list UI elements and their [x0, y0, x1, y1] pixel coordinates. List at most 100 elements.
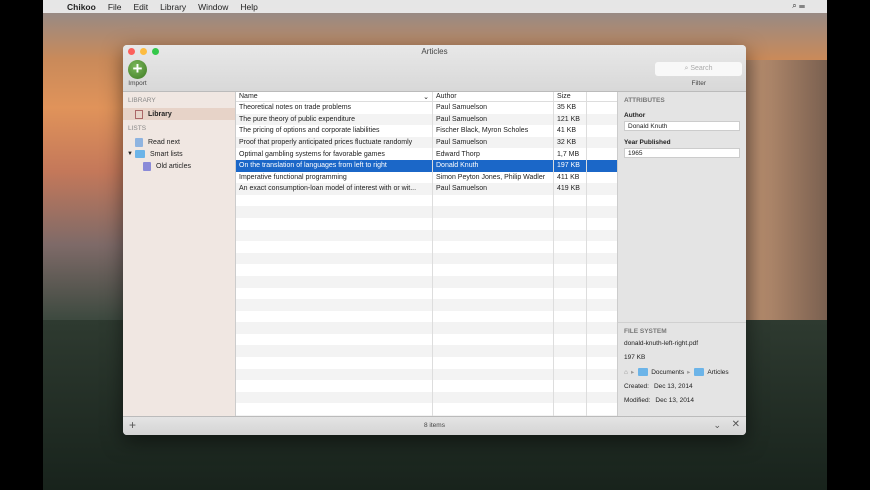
spotlight-and-notifications-icons[interactable]: ⌕ ☰ — [792, 1, 805, 11]
cell-name: The pricing of options and corporate lia… — [236, 125, 433, 137]
empty-row — [236, 357, 617, 369]
cell-name: An exact consumption-loan model of inter… — [236, 183, 433, 195]
sidebar-item-label: Read next — [148, 138, 180, 146]
cell-author: Paul Samuelson — [433, 113, 554, 126]
filter-label: Filter — [691, 80, 706, 87]
table-row[interactable]: Imperative functional programming Simon P… — [236, 171, 617, 184]
empty-row — [236, 217, 617, 230]
created-row: Created: Dec 13, 2014 — [618, 378, 746, 392]
import-button[interactable]: + Import — [128, 60, 147, 87]
table-row[interactable]: Optimal gambling systems for favorable g… — [236, 148, 617, 160]
menu-help[interactable]: Help — [240, 2, 257, 12]
menu-app[interactable]: Chikoo — [67, 2, 96, 12]
tools-icon[interactable]: ✕ — [732, 419, 740, 430]
folder-icon — [638, 368, 649, 376]
author-field[interactable]: Donald Knuth — [624, 121, 740, 131]
sidebar-item-label: Smart lists — [149, 150, 183, 158]
smart-list-icon — [143, 161, 151, 171]
cell-author: Fischer Black, Myron Scholes — [433, 125, 554, 137]
column-header-author[interactable]: Author — [433, 92, 554, 101]
cell-author: Paul Samuelson — [433, 136, 554, 149]
search-placeholder: Search — [690, 65, 713, 72]
cell-name: Imperative functional programming — [236, 171, 433, 184]
table-row[interactable]: An exact consumption-loan model of inter… — [236, 183, 617, 195]
table-row[interactable]: The pure theory of public expenditure Pau… — [236, 113, 617, 126]
plus-icon: + — [128, 60, 147, 79]
empty-row — [236, 287, 617, 300]
sidebar: LIBRARY Library LISTS Read next ▼ Smart l… — [123, 92, 236, 416]
empty-row — [236, 345, 617, 358]
search-input[interactable]: ⌕ Search — [655, 62, 742, 76]
created-label: Created: — [624, 383, 649, 390]
empty-row — [236, 194, 617, 207]
empty-row — [236, 264, 617, 276]
cell-size: 32 KB — [554, 136, 587, 149]
path-articles[interactable]: Articles — [707, 369, 728, 376]
empty-row — [236, 299, 617, 311]
author-label: Author — [624, 112, 646, 119]
path-documents[interactable]: Documents — [651, 369, 684, 376]
cell-name: Optimal gambling systems for favorable g… — [236, 148, 433, 160]
created-value: Dec 13, 2014 — [653, 383, 693, 390]
empty-row — [236, 252, 617, 265]
menu-window[interactable]: Window — [198, 2, 228, 12]
table-row[interactable]: Proof that properly anticipated prices f… — [236, 136, 617, 149]
cell-size: 197 KB — [554, 159, 587, 172]
folder-icon — [134, 150, 145, 158]
modified-value: Dec 13, 2014 — [655, 397, 695, 404]
table-header: Name ⌄ Author Size — [236, 92, 617, 102]
cell-size: 419 KB — [554, 183, 587, 195]
sidebar-item-old-articles[interactable]: Old articles — [123, 160, 235, 172]
file-size: 197 KB — [624, 354, 646, 361]
cell-name: The pure theory of public expenditure — [236, 113, 433, 126]
column-header-size[interactable]: Size — [554, 92, 587, 101]
cell-author: Simon Peyton Jones, Philip Wadler — [433, 171, 554, 184]
empty-row — [236, 322, 617, 334]
cell-author: Donald Knuth — [433, 159, 554, 172]
lists-header: LISTS — [128, 125, 147, 132]
column-header-name[interactable]: Name ⌄ — [236, 92, 433, 101]
toolbar: Articles + Import ⌕ Search Filter — [123, 45, 746, 92]
empty-row — [236, 275, 617, 288]
year-label: Year Published — [624, 139, 671, 146]
disclosure-triangle-icon[interactable]: ▼ — [127, 151, 133, 157]
home-icon[interactable]: ⌂ — [624, 369, 628, 376]
filename: donald-knuth-left-right.pdf — [624, 340, 699, 347]
sidebar-item-label: Library — [148, 110, 172, 118]
modified-label: Modified: — [624, 397, 651, 404]
menu-file[interactable]: File — [108, 2, 122, 12]
cell-name: On the translation of languages from lef… — [236, 159, 433, 172]
sidebar-item-smart-lists[interactable]: ▼ Smart lists — [123, 148, 235, 160]
sidebar-item-read-next[interactable]: Read next — [123, 136, 235, 148]
attributes-header: ATTRIBUTES — [624, 97, 665, 104]
empty-row — [236, 206, 617, 218]
menu-library[interactable]: Library — [160, 2, 186, 12]
articles-window: Articles + Import ⌕ Search Filter LIBRAR… — [123, 45, 746, 435]
empty-row — [236, 333, 617, 346]
articles-table: Name ⌄ Author Size Theoretical notes on t… — [236, 92, 617, 416]
empty-row — [236, 368, 617, 381]
sidebar-item-label: Old articles — [156, 162, 192, 170]
cell-size: 41 KB — [554, 125, 587, 137]
sidebar-item-library[interactable]: Library — [123, 108, 235, 120]
table-row[interactable]: Theoretical notes on trade problems Paul … — [236, 102, 617, 114]
empty-row — [236, 380, 617, 392]
file-system-section: FILE SYSTEM donald-knuth-left-right.pdf … — [618, 322, 746, 416]
sort-chevron-icon: ⌄ — [423, 93, 429, 101]
path-separator-icon: ▸ — [687, 369, 691, 376]
table-row[interactable]: On the translation of languages from lef… — [236, 159, 617, 172]
chevron-down-icon[interactable]: ⌄ — [713, 420, 721, 431]
cell-size: 411 KB — [554, 171, 587, 184]
list-icon — [135, 137, 143, 147]
modified-row: Modified: Dec 13, 2014 — [618, 392, 746, 406]
cell-author: Paul Samuelson — [433, 183, 554, 195]
inspector-panel: ATTRIBUTES Author Donald Knuth Year Publ… — [617, 92, 746, 416]
cell-name: Theoretical notes on trade problems — [236, 102, 433, 114]
menu-edit[interactable]: Edit — [134, 2, 149, 12]
cell-size: 121 KB — [554, 113, 587, 126]
table-row[interactable]: The pricing of options and corporate lia… — [236, 125, 617, 137]
folder-icon — [694, 368, 705, 376]
path-separator-icon: ▸ — [630, 369, 635, 376]
empty-row — [236, 241, 617, 253]
year-field[interactable]: 1965 — [624, 148, 740, 158]
